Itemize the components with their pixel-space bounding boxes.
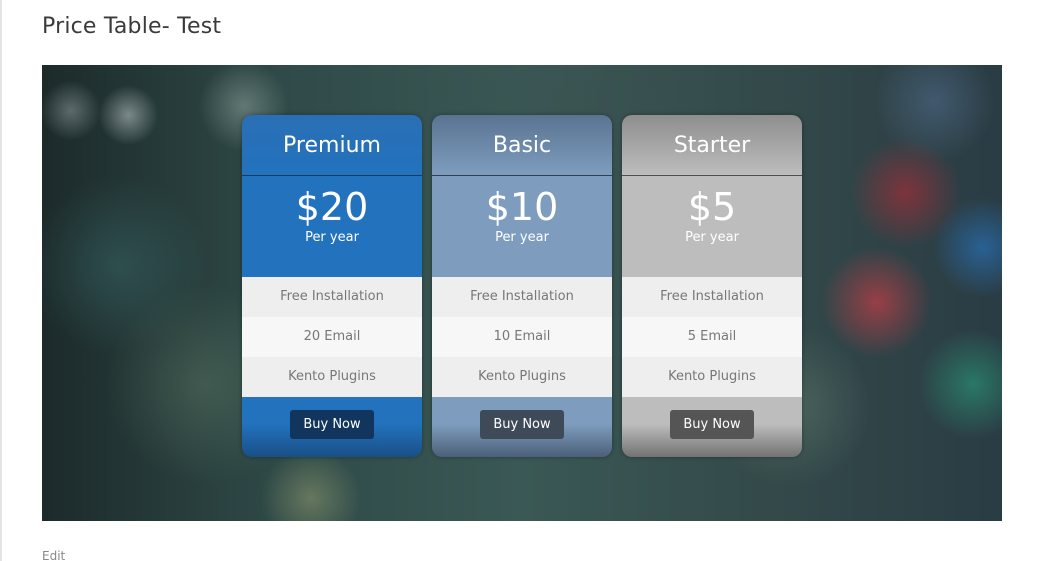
plan-period: Per year [495,230,549,245]
plan-period: Per year [685,230,739,245]
plan-name: Premium [242,115,422,176]
plan-feature: Free Installation [622,277,802,317]
plan-feature: Kento Plugins [242,357,422,397]
plan-feature: Kento Plugins [432,357,612,397]
plan-name: Basic [432,115,612,176]
plan-feature: Kento Plugins [622,357,802,397]
plan-feature: Free Installation [432,277,612,317]
plan-card-starter: Starter $5 Per year Free Installation 5 … [622,115,802,457]
page: Price Table- Test Premium $20 Per year F… [0,0,1041,561]
plan-feature: 10 Email [432,317,612,357]
plan-feature: 5 Email [622,317,802,357]
plan-feature: 20 Email [242,317,422,357]
buy-now-button-basic[interactable]: Buy Now [480,410,564,439]
buy-now-button-premium[interactable]: Buy Now [290,410,374,439]
price-table-banner: Premium $20 Per year Free Installation 2… [42,65,1002,521]
plan-price: $5 [687,185,737,229]
plan-name: Starter [622,115,802,176]
buy-now-button-starter[interactable]: Buy Now [670,410,754,439]
plan-footer: Buy Now [242,397,422,457]
plan-feature: Free Installation [242,277,422,317]
price-tables: Premium $20 Per year Free Installation 2… [242,115,802,457]
plan-period: Per year [305,230,359,245]
page-title: Price Table- Test [42,14,222,39]
edit-link[interactable]: Edit [42,549,65,561]
plan-footer: Buy Now [622,397,802,457]
plan-price-block: $5 Per year [622,176,802,277]
plan-price-block: $10 Per year [432,176,612,277]
plan-price: $10 [485,185,559,229]
plan-price-block: $20 Per year [242,176,422,277]
plan-price: $20 [295,185,369,229]
plan-footer: Buy Now [432,397,612,457]
plan-card-premium: Premium $20 Per year Free Installation 2… [242,115,422,457]
plan-card-basic: Basic $10 Per year Free Installation 10 … [432,115,612,457]
